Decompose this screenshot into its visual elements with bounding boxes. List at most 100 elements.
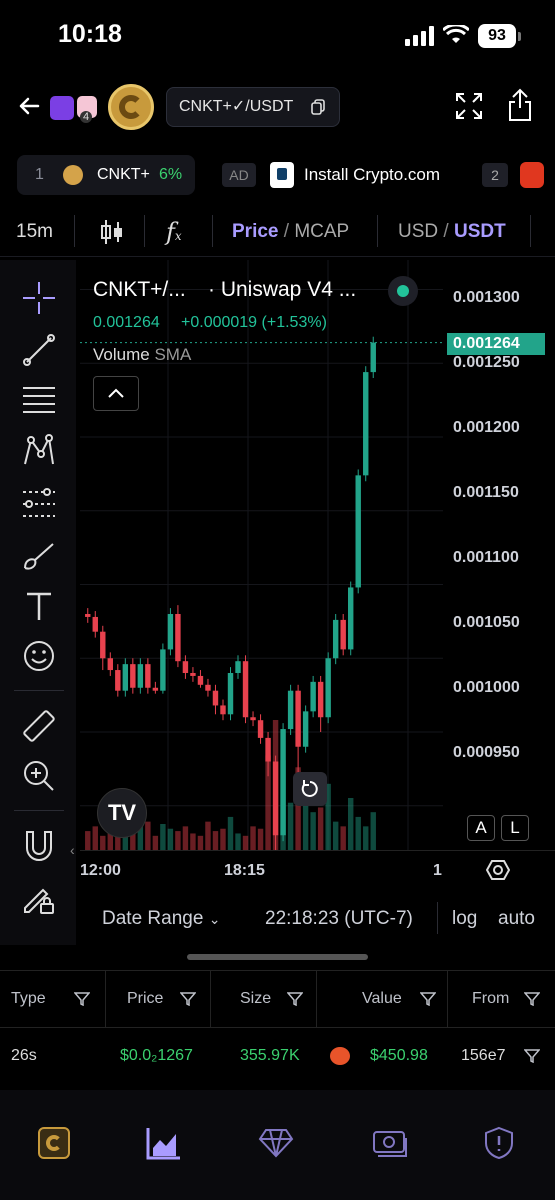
share-icon[interactable]	[507, 88, 533, 122]
candle-body	[272, 761, 279, 836]
tab-percent: 6%	[159, 166, 183, 183]
col-price[interactable]: Price	[127, 990, 163, 1008]
nav-token-icon[interactable]	[38, 1127, 70, 1159]
reset-chart-button[interactable]	[293, 772, 327, 806]
price-tick: 0.001150	[453, 484, 519, 501]
divider	[212, 215, 213, 247]
candle-body	[325, 658, 331, 718]
candle-body	[310, 681, 316, 712]
divider	[14, 810, 64, 811]
candle-body	[145, 664, 151, 688]
crosshair-icon[interactable]	[19, 278, 59, 318]
ruler-icon[interactable]	[19, 706, 59, 746]
row-from[interactable]: 156e7	[461, 1047, 506, 1065]
trendline-icon[interactable]	[19, 330, 59, 370]
filter-icon[interactable]	[420, 992, 436, 1006]
candle-body	[175, 614, 181, 662]
candle-body	[167, 614, 174, 650]
quote-change: +0.000019 (+1.53%)	[181, 314, 327, 331]
token-mini-icon	[63, 165, 83, 185]
copy-icon[interactable]	[311, 99, 325, 115]
col-value[interactable]: Value	[362, 990, 402, 1008]
price-mcap-toggle[interactable]: Price / MCAP	[232, 221, 349, 243]
currency-toggle[interactable]: USD / USDT	[398, 221, 506, 243]
fullscreen-icon[interactable]	[455, 92, 483, 120]
magnet-icon[interactable]	[19, 826, 59, 866]
candle-body	[363, 372, 369, 476]
mcap-option[interactable]: MCAP	[294, 221, 349, 242]
settings-icon[interactable]	[486, 858, 510, 882]
tab-cnkt[interactable]: 1 CNKT+ 6%	[17, 155, 195, 195]
tab-2-number[interactable]: 2	[482, 163, 508, 187]
emoji-icon[interactable]	[19, 636, 59, 676]
nav-chart-icon[interactable]	[146, 1126, 182, 1160]
candle-body	[317, 681, 324, 718]
price-option[interactable]: Price	[232, 221, 278, 242]
interval-button[interactable]: 15m	[16, 221, 53, 243]
divider	[210, 970, 211, 1028]
price-tick: 0.000950	[453, 744, 520, 761]
col-type[interactable]: Type	[11, 990, 46, 1008]
candles-type-icon[interactable]	[100, 218, 124, 246]
usdt-option[interactable]: USDT	[454, 221, 506, 242]
divider	[530, 215, 531, 247]
ad-text[interactable]: Install Crypto.com	[304, 165, 440, 185]
candle-body	[257, 720, 264, 738]
volume-bar	[182, 826, 189, 850]
candle-body	[100, 631, 106, 659]
volume-bar	[250, 826, 256, 850]
date-range-button[interactable]: Date Range ⌄	[102, 908, 220, 930]
candle-body	[115, 670, 121, 691]
collapse-legend-button[interactable]	[93, 376, 139, 411]
volume-bar	[100, 835, 106, 850]
collapse-toolbar-icon[interactable]: ‹	[70, 842, 75, 858]
filter-icon[interactable]	[180, 992, 196, 1006]
log-toggle[interactable]: log	[452, 908, 477, 930]
text-tool-icon[interactable]	[19, 586, 59, 626]
pattern-icon[interactable]	[19, 432, 59, 472]
volume-bar	[220, 828, 226, 850]
chevron-up-icon	[108, 388, 124, 398]
tab-2-icon[interactable]	[520, 162, 544, 188]
candle-body	[107, 658, 113, 671]
clock-timezone[interactable]: 22:18:23 (UTC-7)	[265, 908, 413, 930]
price-tick: 0.001000	[453, 679, 520, 696]
auto-toggle[interactable]: auto	[498, 908, 535, 930]
volume-bar	[92, 826, 98, 850]
volume-bar	[167, 828, 174, 850]
chart-pair-title: CNKT+/...	[93, 278, 186, 301]
filter-icon[interactable]	[524, 1049, 540, 1063]
filter-icon[interactable]	[287, 992, 303, 1006]
indicators-icon[interactable]: fx	[166, 218, 182, 246]
volume-bar	[145, 821, 151, 850]
candle-body	[137, 664, 144, 688]
filter-icon[interactable]	[524, 992, 540, 1006]
brush-icon[interactable]	[19, 536, 59, 576]
pair-selector[interactable]: CNKT+✓/USDT	[166, 87, 340, 127]
prediction-icon[interactable]	[19, 484, 59, 524]
row-value: $450.98	[370, 1047, 428, 1064]
fib-retracement-icon[interactable]	[19, 380, 59, 420]
candle-body	[212, 690, 219, 706]
col-from[interactable]: From	[472, 990, 509, 1008]
zoom-in-icon[interactable]	[19, 756, 59, 796]
nav-money-icon[interactable]	[372, 1128, 408, 1158]
pair-label: CNKT+✓/USDT	[179, 98, 294, 115]
ad-badge: AD	[222, 163, 256, 187]
nav-diamond-icon[interactable]	[258, 1128, 294, 1158]
auto-scale-button[interactable]: A	[467, 815, 495, 841]
nav-shield-icon[interactable]	[484, 1126, 514, 1160]
divider	[144, 215, 145, 247]
back-arrow-icon[interactable]	[18, 96, 40, 116]
volume-bar	[287, 802, 294, 850]
candle-body	[242, 661, 249, 718]
log-scale-button[interactable]: L	[501, 815, 529, 841]
usd-option[interactable]: USD	[398, 221, 438, 242]
candle-body	[227, 673, 234, 715]
drag-handle[interactable]	[187, 954, 368, 960]
battery-tip	[518, 32, 521, 41]
volume-indicator: Volume SMA	[93, 345, 191, 365]
lock-drawing-icon[interactable]	[19, 878, 59, 918]
filter-icon[interactable]	[74, 992, 90, 1006]
col-size[interactable]: Size	[240, 990, 271, 1008]
